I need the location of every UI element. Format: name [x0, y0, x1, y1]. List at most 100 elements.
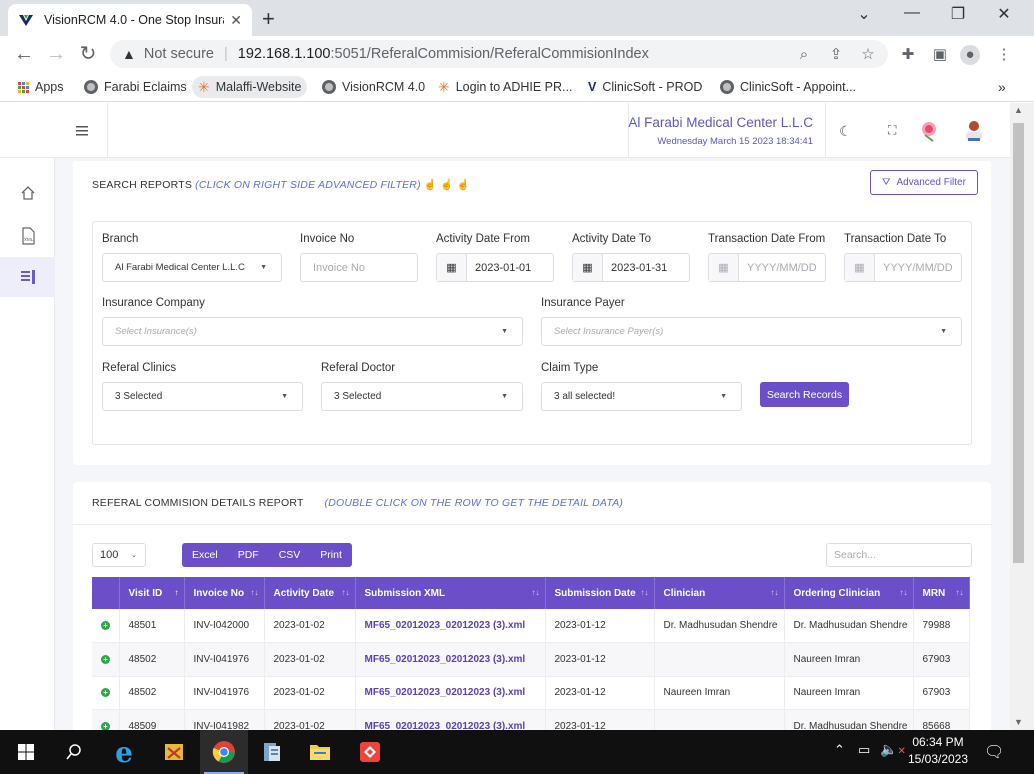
dark-mode-icon[interactable]: ☾	[839, 123, 852, 140]
advanced-filter-button[interactable]: ⛛ Advanced Filter	[870, 170, 978, 195]
submission-xml-cell[interactable]: MF65_02012023_02012023 (3).xml	[355, 642, 546, 677]
chevron-down-icon[interactable]: ⌄	[844, 4, 884, 24]
notifications-icon[interactable]	[913, 114, 947, 148]
bookmark-malaffi[interactable]: ✳ Malaffi-Website	[192, 76, 308, 98]
xml-file-icon: XML	[21, 227, 35, 245]
transaction-date-from-input[interactable]: ▦ YYYY/MM/DD	[708, 253, 826, 282]
submission-xml-cell[interactable]: MF65_02012023_02012023 (3).xml	[355, 709, 546, 730]
column-header-visit-id[interactable]: Visit ID ↑	[119, 577, 185, 609]
bookmarks-overflow[interactable]: »	[992, 76, 1012, 98]
system-clock[interactable]: 06:34 PM 15/03/2023	[900, 734, 976, 768]
table-row[interactable]: +48502 INV-I041976 2023-01-02 MF65_02012023…	[92, 642, 970, 677]
column-header-clinician[interactable]: Clinician ↑↓	[654, 577, 785, 609]
zoom-icon[interactable]: ⌕	[794, 45, 814, 65]
claim-type-select[interactable]: 3 all selected! ▼	[541, 382, 742, 411]
expand-plus-icon[interactable]: +	[101, 621, 110, 630]
menu-icon[interactable]: ⋮	[994, 45, 1014, 65]
restore-icon[interactable]: ❐	[938, 4, 978, 24]
network-icon[interactable]: ▭	[858, 742, 870, 758]
bookmark-adhie[interactable]: ✳ Login to ADHIE PR...	[432, 76, 578, 98]
submission-xml-cell[interactable]: MF65_02012023_02012023 (3).xml	[355, 676, 546, 710]
share-icon[interactable]: ⇪	[826, 45, 846, 65]
row-expand-cell[interactable]: +	[92, 609, 120, 643]
export-csv-button[interactable]: CSV	[269, 549, 311, 561]
star-icon[interactable]: ☆	[858, 45, 878, 65]
file-explorer-button[interactable]	[296, 730, 344, 774]
export-excel-button[interactable]: Excel	[182, 549, 228, 561]
internet-explorer-button[interactable]: e	[100, 730, 148, 774]
bookmark-clinicsoft-prod[interactable]: V ClinicSoft - PROD	[582, 76, 708, 98]
activity-date-to-input[interactable]: ▦ 2023-01-31	[572, 253, 690, 282]
chevron-up-icon[interactable]: ⌃	[834, 742, 845, 758]
sidebar-item-xml[interactable]: XML	[0, 216, 55, 256]
page-scrollbar[interactable]: ▲ ▼	[1010, 103, 1034, 730]
referal-clinics-select[interactable]: 3 Selected ▼	[102, 382, 303, 411]
referal-doctor-select[interactable]: 3 Selected ▼	[321, 382, 523, 411]
activity-date-from-input[interactable]: ▦ 2023-01-01	[436, 253, 554, 282]
browser-toolbar: ← → ↻ ▲ Not secure | 192.168.1.100 :5051…	[0, 36, 1034, 72]
column-header-activity-date[interactable]: Activity Date ↑↓	[264, 577, 356, 609]
insurance-company-select[interactable]: Select Insurance(s) ▼	[102, 317, 523, 346]
invoice-input[interactable]: Invoice No	[300, 253, 418, 282]
column-header-submission-date[interactable]: Submission Date ↑↓	[545, 577, 655, 609]
bookmark-visionrcm[interactable]: VisionRCM 4.0	[316, 76, 431, 98]
hamburger-menu-button[interactable]	[56, 103, 108, 158]
extensions-icon[interactable]: ✚	[898, 45, 918, 65]
table-row[interactable]: +48509 INV-I041982 2023-01-02 MF65_02012023…	[92, 709, 970, 730]
column-header-ordering-clinician[interactable]: Ordering Clinician ↑↓	[784, 577, 914, 609]
address-bar[interactable]: ▲ Not secure | 192.168.1.100 :5051/Refer…	[110, 40, 888, 68]
row-expand-cell[interactable]: +	[92, 642, 120, 677]
reload-icon[interactable]: ↻	[76, 42, 100, 66]
back-icon[interactable]: ←	[12, 42, 36, 66]
sidebar-item-reports[interactable]	[0, 257, 55, 297]
browser-tab[interactable]: VisionRCM 4.0 - One Stop Insura ✕	[8, 4, 252, 36]
transaction-date-to-input[interactable]: ▦ YYYY/MM/DD	[844, 253, 962, 282]
minimize-icon[interactable]: —	[892, 4, 932, 22]
mrn-cell: 85668	[913, 709, 970, 730]
insurance-payer-select[interactable]: Select Insurance Payer(s) ▼	[541, 317, 962, 346]
branch-select[interactable]: Al Farabi Medical Center L.L.C ▼	[102, 253, 282, 282]
forward-icon[interactable]: →	[44, 42, 68, 66]
column-header-submission-xml[interactable]: Submission XML ↑↓	[355, 577, 546, 609]
notification-center-icon[interactable]: 🗨	[984, 742, 1004, 762]
scrollbar-thumb[interactable]	[1013, 123, 1024, 563]
fullscreen-icon[interactable]: ⛶	[888, 123, 896, 138]
submission-xml-cell[interactable]: MF65_02012023_02012023 (3).xml	[355, 609, 546, 643]
start-button[interactable]	[2, 730, 50, 774]
column-header-invoice-no[interactable]: Invoice No ↑↓	[184, 577, 265, 609]
expand-plus-icon[interactable]: +	[101, 721, 110, 730]
transaction-date-to-label: Transaction Date To	[844, 233, 947, 245]
search-records-button[interactable]: Search Records	[760, 382, 849, 407]
expand-plus-icon[interactable]: +	[101, 688, 110, 698]
row-expand-cell[interactable]: +	[92, 676, 120, 710]
expand-plus-icon[interactable]: +	[101, 654, 110, 664]
server-app-button[interactable]	[248, 730, 296, 774]
row-expand-cell[interactable]: +	[92, 709, 120, 730]
export-pdf-button[interactable]: PDF	[228, 549, 269, 561]
bookmarks-bar: Apps Farabi Eclaims ✳ Malaffi-Website Vi…	[0, 72, 1034, 102]
chrome-taskbar-button[interactable]	[200, 730, 248, 774]
new-tab-icon[interactable]: +	[262, 6, 275, 32]
table-search-input[interactable]: Search...	[826, 543, 972, 567]
invoice-no-cell: INV-I042000	[184, 609, 265, 643]
bookmark-clinicsoft-appoint[interactable]: ClinicSoft - Appoint...	[714, 76, 862, 98]
column-header-mrn[interactable]: MRN ↑↓	[913, 577, 970, 609]
warning-icon[interactable]: ▲	[122, 46, 136, 62]
bookmark-apps[interactable]: Apps	[12, 76, 70, 98]
table-row[interactable]: +48502 INV-I041976 2023-01-02 MF65_02012023…	[92, 676, 970, 710]
close-tab-icon[interactable]: ✕	[230, 12, 242, 29]
side-panel-icon[interactable]: ▣	[930, 45, 950, 65]
bookmark-farabi-eclaims[interactable]: Farabi Eclaims	[78, 76, 193, 98]
app-viewport: XML Al Farabi Medical Center L.L.C Wedne…	[0, 103, 1034, 730]
app-taskbar-button[interactable]	[150, 730, 198, 774]
anydesk-button[interactable]	[346, 730, 394, 774]
search-taskbar-button[interactable]	[50, 730, 98, 774]
table-row[interactable]: +48501 INV-I042000 2023-01-02 MF65_02012023…	[92, 609, 970, 643]
print-button[interactable]: Print	[310, 549, 352, 561]
sidebar-item-home[interactable]	[0, 173, 55, 213]
visit-id-cell: 48501	[119, 609, 185, 643]
page-size-select[interactable]: 100 ⌄	[92, 543, 146, 567]
avatar[interactable]	[960, 116, 988, 144]
close-window-icon[interactable]: ✕	[984, 4, 1024, 24]
profile-icon[interactable]: ●	[960, 45, 980, 65]
